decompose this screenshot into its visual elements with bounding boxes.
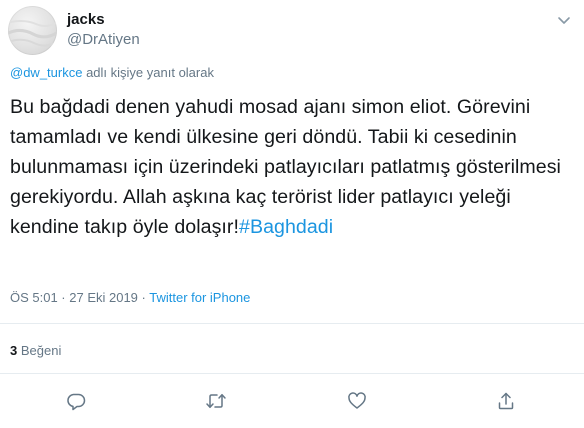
reply-context-label: adlı kişiye yanıt olarak: [86, 65, 214, 80]
reply-context: @dw_turkce adlı kişiye yanıt olarak: [10, 65, 214, 80]
share-icon: [498, 392, 514, 410]
author-names: jacks @DrAtiyen: [67, 11, 140, 50]
chevron-down-icon[interactable]: [556, 12, 572, 28]
likes-label: Beğeni: [20, 343, 62, 358]
display-name[interactable]: jacks: [67, 11, 140, 29]
share-button[interactable]: [493, 388, 519, 414]
tweet-card: jacks @DrAtiyen @dw_turkce adlı kişiye y…: [0, 0, 584, 428]
heart-icon: [348, 392, 366, 409]
username[interactable]: @DrAtiyen: [67, 30, 140, 50]
tweet-meta: ÖS 5:01 · 27 Eki 2019 · Twitter for iPho…: [10, 290, 250, 305]
like-button[interactable]: [344, 388, 370, 414]
reply-mention-link[interactable]: @dw_turkce: [10, 65, 82, 80]
tweet-header: jacks @DrAtiyen: [8, 6, 140, 55]
reply-icon: [67, 393, 86, 411]
hashtag-link[interactable]: #Baghdadi: [239, 216, 333, 238]
tweet-text: Bu bağdadi denen yahudi mosad ajanı simo…: [10, 92, 570, 242]
divider: [0, 323, 584, 324]
likes-stat[interactable]: 3 Beğeni: [10, 343, 61, 358]
avatar[interactable]: [8, 6, 57, 55]
likes-count: 3: [10, 343, 18, 358]
retweet-button[interactable]: [203, 388, 229, 414]
action-bar: [0, 388, 584, 414]
retweet-icon: [206, 393, 226, 409]
timestamp[interactable]: ÖS 5:01 · 27 Eki 2019 ·: [10, 290, 149, 305]
divider: [0, 373, 584, 374]
reply-button[interactable]: [63, 388, 89, 414]
source-link[interactable]: Twitter for iPhone: [149, 290, 250, 305]
